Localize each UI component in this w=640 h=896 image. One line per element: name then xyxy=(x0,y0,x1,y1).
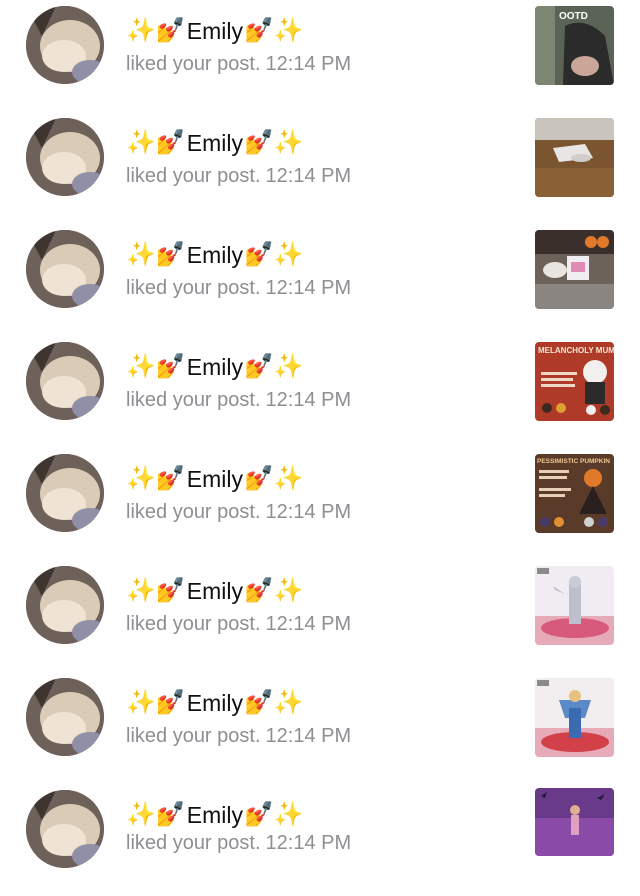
post-thumbnail[interactable]: MELANCHOLY MUMMY xyxy=(535,342,614,421)
sparkle-nail-emoji-prefix: ✨💅 xyxy=(126,689,186,716)
nail-sparkle-emoji-suffix: 💅✨ xyxy=(244,17,304,44)
notification-row[interactable]: ✨💅 Emily 💅✨ liked your post. 12:14 PM xyxy=(0,560,640,672)
username-line: ✨💅 Emily 💅✨ xyxy=(126,464,304,494)
username[interactable]: Emily xyxy=(187,690,243,717)
avatar[interactable] xyxy=(26,566,104,644)
avatar[interactable] xyxy=(26,342,104,420)
timestamp: 12:14 PM xyxy=(265,613,352,635)
action-text: liked your post. xyxy=(126,725,261,747)
sparkle-nail-emoji-prefix: ✨💅 xyxy=(126,17,186,44)
post-thumbnail[interactable] xyxy=(535,230,614,309)
post-thumbnail[interactable] xyxy=(535,118,614,197)
sparkle-nail-emoji-prefix: ✨💅 xyxy=(126,241,186,268)
nail-sparkle-emoji-suffix: 💅✨ xyxy=(244,465,304,492)
cat-avatar-icon xyxy=(26,230,104,308)
activity-text: liked your post. 12:14 PM xyxy=(126,277,356,300)
thumbnail-label: PESSIMISTIC PUMPKIN xyxy=(537,458,610,465)
timestamp: 12:14 PM xyxy=(265,832,352,854)
nail-sparkle-emoji-suffix: 💅✨ xyxy=(244,801,304,828)
timestamp: 12:14 PM xyxy=(265,165,352,187)
username-line: ✨💅 Emily 💅✨ xyxy=(126,128,304,158)
avatar[interactable] xyxy=(26,454,104,532)
username-line: ✨💅 Emily 💅✨ xyxy=(126,800,304,830)
cat-avatar-icon xyxy=(26,6,104,84)
username-line: ✨💅 Emily 💅✨ xyxy=(126,352,304,382)
username-line: ✨💅 Emily 💅✨ xyxy=(126,240,304,270)
activity-text: liked your post. 12:14 PM xyxy=(126,389,356,412)
timestamp: 12:14 PM xyxy=(265,277,352,299)
username[interactable]: Emily xyxy=(187,466,243,493)
action-text: liked your post. xyxy=(126,53,261,75)
cat-avatar-icon xyxy=(26,790,104,868)
sparkle-nail-emoji-prefix: ✨💅 xyxy=(126,801,186,828)
post-thumbnail-image xyxy=(535,566,614,645)
timestamp: 12:14 PM xyxy=(265,389,352,411)
sparkle-nail-emoji-prefix: ✨💅 xyxy=(126,129,186,156)
username[interactable]: Emily xyxy=(187,242,243,269)
username[interactable]: Emily xyxy=(187,354,243,381)
cat-avatar-icon xyxy=(26,118,104,196)
thumbnail-label: MELANCHOLY MUMMY xyxy=(538,346,614,355)
username[interactable]: Emily xyxy=(187,802,243,829)
cat-avatar-icon xyxy=(26,342,104,420)
cat-avatar-icon xyxy=(26,566,104,644)
username[interactable]: Emily xyxy=(187,18,243,45)
thumbnail-label: OOTD xyxy=(559,11,588,22)
post-thumbnail-image xyxy=(535,788,614,856)
activity-text: liked your post. 12:14 PM xyxy=(126,53,356,76)
avatar[interactable] xyxy=(26,6,104,84)
post-thumbnail-image: MELANCHOLY MUMMY xyxy=(535,342,614,421)
post-thumbnail[interactable]: OOTD xyxy=(535,6,614,85)
nail-sparkle-emoji-suffix: 💅✨ xyxy=(244,129,304,156)
post-thumbnail[interactable] xyxy=(535,566,614,645)
username-line: ✨💅 Emily 💅✨ xyxy=(126,576,304,606)
post-thumbnail[interactable]: PESSIMISTIC PUMPKIN xyxy=(535,454,614,533)
post-thumbnail-image xyxy=(535,230,614,309)
activity-text: liked your post. 12:14 PM xyxy=(126,725,356,748)
post-thumbnail-image xyxy=(535,118,614,197)
notification-row[interactable]: ✨💅 Emily 💅✨ liked your post. 12:14 PM MEL… xyxy=(0,336,640,448)
notification-row[interactable]: ✨💅 Emily 💅✨ liked your post. 12:14 PM xyxy=(0,784,640,896)
avatar[interactable] xyxy=(26,678,104,756)
post-thumbnail-image xyxy=(535,678,614,757)
post-thumbnail[interactable] xyxy=(535,678,614,757)
timestamp: 12:14 PM xyxy=(265,725,352,747)
action-text: liked your post. xyxy=(126,389,261,411)
avatar[interactable] xyxy=(26,118,104,196)
activity-text: liked your post. 12:14 PM xyxy=(126,501,356,524)
nail-sparkle-emoji-suffix: 💅✨ xyxy=(244,577,304,604)
nail-sparkle-emoji-suffix: 💅✨ xyxy=(244,353,304,380)
nail-sparkle-emoji-suffix: 💅✨ xyxy=(244,241,304,268)
post-thumbnail[interactable] xyxy=(535,788,614,856)
notification-row[interactable]: ✨💅 Emily 💅✨ liked your post. 12:14 PM xyxy=(0,672,640,784)
post-thumbnail-image: PESSIMISTIC PUMPKIN xyxy=(535,454,614,533)
action-text: liked your post. xyxy=(126,501,261,523)
sparkle-nail-emoji-prefix: ✨💅 xyxy=(126,465,186,492)
activity-text: liked your post. 12:14 PM xyxy=(126,165,356,188)
notification-row[interactable]: ✨💅 Emily 💅✨ liked your post. 12:14 PM OOT… xyxy=(0,0,640,112)
activity-text: liked your post. 12:14 PM xyxy=(126,613,356,636)
activity-text: liked your post. 12:14 PM xyxy=(126,832,356,855)
post-thumbnail-image: OOTD xyxy=(535,6,614,85)
sparkle-nail-emoji-prefix: ✨💅 xyxy=(126,577,186,604)
cat-avatar-icon xyxy=(26,454,104,532)
action-text: liked your post. xyxy=(126,613,261,635)
timestamp: 12:14 PM xyxy=(265,501,352,523)
username[interactable]: Emily xyxy=(187,130,243,157)
notification-row[interactable]: ✨💅 Emily 💅✨ liked your post. 12:14 PM PES… xyxy=(0,448,640,560)
username[interactable]: Emily xyxy=(187,578,243,605)
username-line: ✨💅 Emily 💅✨ xyxy=(126,688,304,718)
timestamp: 12:14 PM xyxy=(265,53,352,75)
action-text: liked your post. xyxy=(126,277,261,299)
avatar[interactable] xyxy=(26,230,104,308)
notification-row[interactable]: ✨💅 Emily 💅✨ liked your post. 12:14 PM xyxy=(0,224,640,336)
notification-row[interactable]: ✨💅 Emily 💅✨ liked your post. 12:14 PM xyxy=(0,112,640,224)
nail-sparkle-emoji-suffix: 💅✨ xyxy=(244,689,304,716)
sparkle-nail-emoji-prefix: ✨💅 xyxy=(126,353,186,380)
username-line: ✨💅 Emily 💅✨ xyxy=(126,16,304,46)
action-text: liked your post. xyxy=(126,832,261,854)
action-text: liked your post. xyxy=(126,165,261,187)
avatar[interactable] xyxy=(26,790,104,868)
cat-avatar-icon xyxy=(26,678,104,756)
